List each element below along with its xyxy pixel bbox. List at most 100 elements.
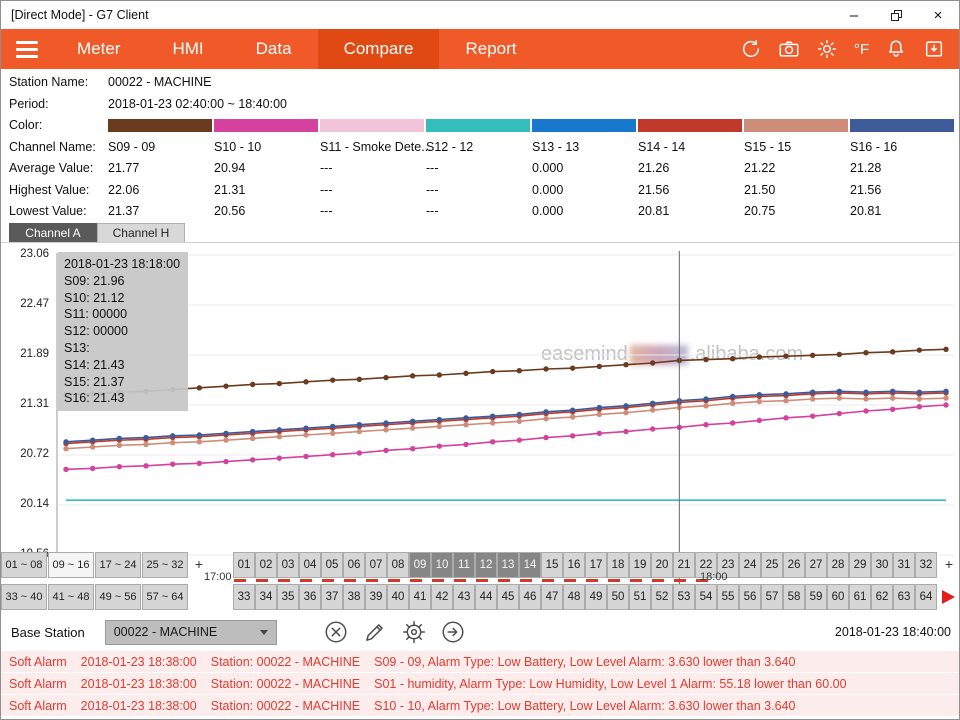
edit-icon[interactable] xyxy=(362,619,388,645)
line-chart[interactable] xyxy=(56,245,956,593)
channel-number-54[interactable]: 54 xyxy=(695,584,717,610)
channel-number-43[interactable]: 43 xyxy=(453,584,475,610)
channel-number-42[interactable]: 42 xyxy=(431,584,453,610)
add-group-button-2[interactable]: + xyxy=(941,556,957,572)
alarm-bell-icon[interactable] xyxy=(885,38,907,60)
channel-number-24[interactable]: 24 xyxy=(739,552,761,578)
channel-number-20[interactable]: 20 xyxy=(651,552,673,578)
channel-number-36[interactable]: 36 xyxy=(299,584,321,610)
channel-number-59[interactable]: 59 xyxy=(805,584,827,610)
channel-group-33~40[interactable]: 33 ~ 40 xyxy=(1,584,47,610)
channel-number-52[interactable]: 52 xyxy=(651,584,673,610)
hamburger-menu-icon[interactable] xyxy=(1,29,51,69)
channel-number-49[interactable]: 49 xyxy=(585,584,607,610)
tab-channel-a[interactable]: Channel A xyxy=(9,223,97,242)
channel-number-13[interactable]: 13 xyxy=(497,552,519,578)
channel-number-25[interactable]: 25 xyxy=(761,552,783,578)
channel-group-09~16[interactable]: 09 ~ 16 xyxy=(48,552,94,578)
channel-number-40[interactable]: 40 xyxy=(387,584,409,610)
channel-number-58[interactable]: 58 xyxy=(783,584,805,610)
nav-item-hmi[interactable]: HMI xyxy=(146,29,229,69)
channel-number-27[interactable]: 27 xyxy=(805,552,827,578)
channel-number-61[interactable]: 61 xyxy=(849,584,871,610)
channel-number-44[interactable]: 44 xyxy=(475,584,497,610)
channel-number-48[interactable]: 48 xyxy=(563,584,585,610)
alarm-list-item[interactable]: Soft Alarm2018-01-23 18:38:00Station: 00… xyxy=(1,695,959,716)
cancel-circle-icon[interactable] xyxy=(323,619,349,645)
alarm-panel-icon[interactable] xyxy=(923,38,945,60)
channel-number-50[interactable]: 50 xyxy=(607,584,629,610)
channel-number-37[interactable]: 37 xyxy=(321,584,343,610)
go-circle-icon[interactable] xyxy=(440,619,466,645)
tooltip-line: S10: 21.12 xyxy=(64,290,182,307)
brightness-icon[interactable] xyxy=(816,38,838,60)
channel-number-18[interactable]: 18 xyxy=(607,552,629,578)
base-station-dropdown[interactable]: 00022 - MACHINE xyxy=(105,620,277,645)
nav-item-report[interactable]: Report xyxy=(439,29,542,69)
channel-group-01~08[interactable]: 01 ~ 08 xyxy=(1,552,47,578)
channel-number-17[interactable]: 17 xyxy=(585,552,607,578)
channel-number-08[interactable]: 08 xyxy=(387,552,409,578)
close-button[interactable]: × xyxy=(917,1,959,29)
channel-number-64[interactable]: 64 xyxy=(915,584,937,610)
channel-number-39[interactable]: 39 xyxy=(365,584,387,610)
channel-number-16[interactable]: 16 xyxy=(563,552,585,578)
channel-number-29[interactable]: 29 xyxy=(849,552,871,578)
channel-number-51[interactable]: 51 xyxy=(629,584,651,610)
channel-number-62[interactable]: 62 xyxy=(871,584,893,610)
channel-number-03[interactable]: 03 xyxy=(277,552,299,578)
channel-number-01[interactable]: 01 xyxy=(233,552,255,578)
channel-number-55[interactable]: 55 xyxy=(717,584,739,610)
channel-number-06[interactable]: 06 xyxy=(343,552,365,578)
channel-number-10[interactable]: 10 xyxy=(431,552,453,578)
nav-item-meter[interactable]: Meter xyxy=(51,29,146,69)
channel-number-31[interactable]: 31 xyxy=(893,552,915,578)
nav-item-data[interactable]: Data xyxy=(230,29,318,69)
channel-group-49~56[interactable]: 49 ~ 56 xyxy=(95,584,141,610)
channel-number-45[interactable]: 45 xyxy=(497,584,519,610)
channel-number-53[interactable]: 53 xyxy=(673,584,695,610)
channel-number-09[interactable]: 09 xyxy=(409,552,431,578)
channel-number-34[interactable]: 34 xyxy=(255,584,277,610)
refresh-icon[interactable] xyxy=(740,38,762,60)
channel-number-32[interactable]: 32 xyxy=(915,552,937,578)
channel-number-33[interactable]: 33 xyxy=(233,584,255,610)
settings-icon[interactable] xyxy=(401,619,427,645)
channel-number-38[interactable]: 38 xyxy=(343,584,365,610)
channel-group-17~24[interactable]: 17 ~ 24 xyxy=(95,552,141,578)
channel-number-63[interactable]: 63 xyxy=(893,584,915,610)
channel-number-28[interactable]: 28 xyxy=(827,552,849,578)
channel-group-57~64[interactable]: 57 ~ 64 xyxy=(142,584,188,610)
channel-number-07[interactable]: 07 xyxy=(365,552,387,578)
channel-number-35[interactable]: 35 xyxy=(277,584,299,610)
nav-item-compare[interactable]: Compare xyxy=(318,29,440,69)
channel-number-15[interactable]: 15 xyxy=(541,552,563,578)
channel-group-25~32[interactable]: 25 ~ 32 xyxy=(142,552,188,578)
channel-number-56[interactable]: 56 xyxy=(739,584,761,610)
channel-number-60[interactable]: 60 xyxy=(827,584,849,610)
restore-button[interactable] xyxy=(875,1,917,29)
channel-number-26[interactable]: 26 xyxy=(783,552,805,578)
channel-number-12[interactable]: 12 xyxy=(475,552,497,578)
channel-number-57[interactable]: 57 xyxy=(761,584,783,610)
alarm-list-item[interactable]: Soft Alarm2018-01-23 18:38:00Station: 00… xyxy=(1,651,959,672)
camera-icon[interactable] xyxy=(778,38,800,60)
add-group-button[interactable]: + xyxy=(191,556,207,572)
channel-number-21[interactable]: 21 xyxy=(673,552,695,578)
tab-channel-h[interactable]: Channel H xyxy=(97,223,185,242)
fahrenheit-toggle[interactable]: °F xyxy=(854,41,869,58)
channel-number-30[interactable]: 30 xyxy=(871,552,893,578)
alarm-list-item[interactable]: Soft Alarm2018-01-23 18:38:00Station: 00… xyxy=(1,673,959,694)
channel-number-02[interactable]: 02 xyxy=(255,552,277,578)
channel-number-41[interactable]: 41 xyxy=(409,584,431,610)
channel-group-41~48[interactable]: 41 ~ 48 xyxy=(48,584,94,610)
channel-number-19[interactable]: 19 xyxy=(629,552,651,578)
channel-number-47[interactable]: 47 xyxy=(541,584,563,610)
channel-number-46[interactable]: 46 xyxy=(519,584,541,610)
channel-number-05[interactable]: 05 xyxy=(321,552,343,578)
minimize-button[interactable]: – xyxy=(833,1,875,29)
channel-number-14[interactable]: 14 xyxy=(519,552,541,578)
next-page-arrow[interactable] xyxy=(942,590,955,604)
channel-number-11[interactable]: 11 xyxy=(453,552,475,578)
channel-number-04[interactable]: 04 xyxy=(299,552,321,578)
